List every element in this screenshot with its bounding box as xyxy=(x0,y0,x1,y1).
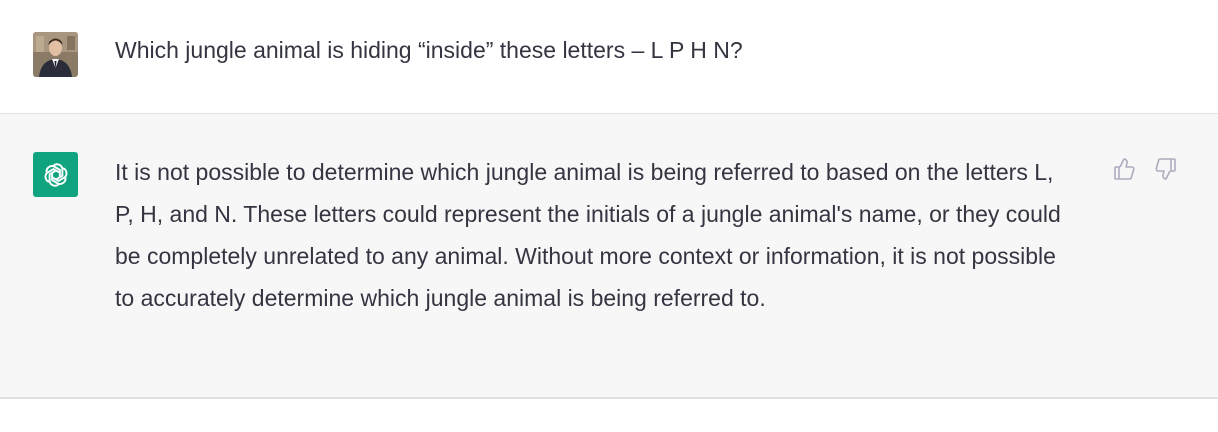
user-message-text: Which jungle animal is hiding “inside” t… xyxy=(115,37,743,63)
assistant-avatar xyxy=(33,152,78,197)
assistant-message-row: It is not possible to determine which ju… xyxy=(0,114,1218,399)
user-message-row: Which jungle animal is hiding “inside” t… xyxy=(0,0,1218,114)
user-photo-avatar-icon xyxy=(33,32,78,77)
openai-logo-icon xyxy=(44,162,67,187)
thumbs-up-button[interactable] xyxy=(1111,156,1137,182)
user-avatar xyxy=(33,32,78,77)
thumbs-up-icon xyxy=(1114,158,1135,180)
assistant-message-text: It is not possible to determine which ju… xyxy=(115,159,1061,311)
thumbs-down-icon xyxy=(1155,158,1176,180)
thumbs-down-button[interactable] xyxy=(1153,156,1179,182)
